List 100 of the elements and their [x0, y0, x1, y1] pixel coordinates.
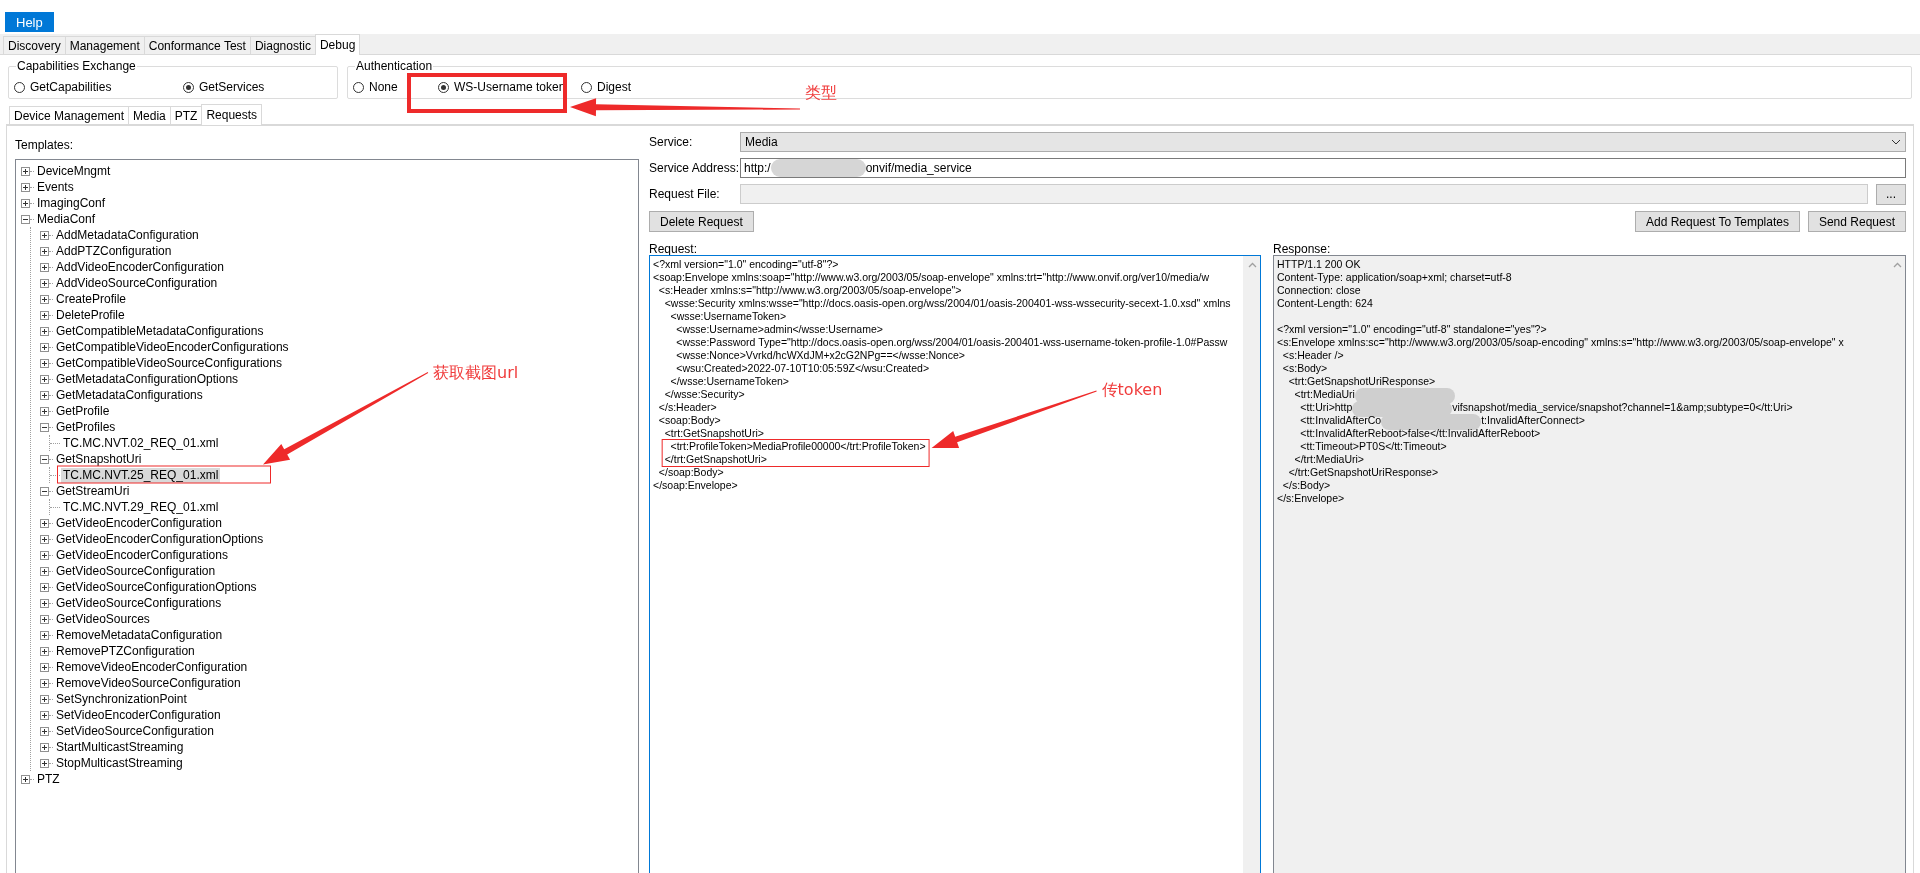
tree-item[interactable]: Events — [35, 179, 76, 195]
response-viewer[interactable] — [1273, 255, 1906, 873]
plus-box-icon[interactable] — [40, 566, 49, 576]
minus-box-icon[interactable] — [40, 422, 49, 432]
plus-box-icon[interactable] — [40, 246, 49, 256]
radio-indicator[interactable] — [14, 81, 25, 93]
service-address-field[interactable]: http:/ onvif/media_service — [740, 158, 1906, 178]
tree-item[interactable]: GetCompatibleVideoSourceConfigurations — [54, 355, 284, 371]
tree-item[interactable]: DeviceMngmt — [35, 163, 113, 179]
tree-item[interactable]: GetCompatibleMetadataConfigurations — [54, 323, 266, 339]
tree-item[interactable]: GetSnapshotUri — [54, 451, 144, 467]
tree-item[interactable]: TC.MC.NVT.29_REQ_01.xml — [61, 499, 221, 515]
delete-request-button[interactable]: Delete Request — [649, 211, 754, 232]
radio-indicator[interactable] — [581, 81, 592, 93]
plus-box-icon[interactable] — [40, 390, 49, 400]
plus-box-icon[interactable] — [40, 646, 49, 656]
tree-item[interactable]: ImagingConf — [35, 195, 108, 211]
tree-item[interactable]: RemoveVideoSourceConfiguration — [54, 675, 243, 691]
plus-box-icon[interactable] — [40, 230, 49, 240]
tree-item[interactable]: GetProfile — [54, 403, 112, 419]
plus-box-icon[interactable] — [40, 694, 49, 704]
request-file-field[interactable] — [740, 184, 1868, 204]
tree-item[interactable]: AddPTZConfiguration — [54, 243, 174, 259]
minus-box-icon[interactable] — [21, 214, 30, 224]
tree-item[interactable]: TC.MC.NVT.25_REQ_01.xml — [61, 467, 221, 483]
tab[interactable]: Requests — [201, 104, 263, 125]
tree-item[interactable]: MediaConf — [35, 211, 98, 227]
plus-box-icon[interactable] — [40, 534, 49, 544]
plus-box-icon[interactable] — [40, 662, 49, 672]
tree-item[interactable]: GetStreamUri — [54, 483, 132, 499]
send-request-button[interactable]: Send Request — [1807, 211, 1906, 232]
tree-item[interactable]: AddVideoSourceConfiguration — [54, 275, 220, 291]
tree-item[interactable]: TC.MC.NVT.02_REQ_01.xml — [61, 435, 221, 451]
tree-item[interactable]: GetVideoSources — [54, 611, 152, 627]
service-dropdown[interactable]: Media — [740, 132, 1906, 152]
tree-item[interactable]: CreateProfile — [54, 291, 129, 307]
plus-box-icon[interactable] — [40, 598, 49, 608]
tree-item[interactable]: RemoveVideoEncoderConfiguration — [54, 659, 250, 675]
plus-box-icon[interactable] — [40, 278, 49, 288]
tab[interactable]: Discovery — [3, 36, 66, 54]
plus-box-icon[interactable] — [40, 710, 49, 720]
tree-item[interactable]: SetSynchronizationPoint — [54, 691, 189, 707]
plus-box-icon[interactable] — [40, 726, 49, 736]
add-request-button[interactable]: Add Request To Templates — [1634, 211, 1800, 232]
plus-box-icon[interactable] — [40, 326, 49, 336]
plus-box-icon[interactable] — [40, 614, 49, 624]
minus-box-icon[interactable] — [40, 454, 49, 464]
request-editor[interactable] — [649, 255, 1261, 873]
plus-box-icon[interactable] — [21, 182, 30, 192]
radio-option[interactable]: GetServices — [183, 80, 265, 94]
plus-box-icon[interactable] — [21, 198, 30, 208]
radio-indicator[interactable] — [353, 81, 364, 93]
plus-box-icon[interactable] — [40, 374, 49, 384]
plus-box-icon[interactable] — [40, 342, 49, 352]
tree-item[interactable]: GetProfiles — [54, 419, 118, 435]
radio-indicator[interactable] — [183, 81, 194, 93]
tab[interactable]: Debug — [314, 34, 361, 55]
plus-box-icon[interactable] — [40, 518, 49, 528]
tree-item[interactable]: SetVideoSourceConfiguration — [54, 723, 216, 739]
tab[interactable]: Device Management — [9, 106, 130, 124]
tree-item[interactable]: RemoveMetadataConfiguration — [54, 627, 225, 643]
menu-item[interactable]: Help — [5, 12, 54, 32]
plus-box-icon[interactable] — [40, 630, 49, 640]
tree-item[interactable]: DeleteProfile — [54, 307, 127, 323]
plus-box-icon[interactable] — [21, 166, 30, 176]
radio-option[interactable]: None — [353, 80, 438, 94]
plus-box-icon[interactable] — [40, 310, 49, 320]
plus-box-icon[interactable] — [40, 550, 49, 560]
tab[interactable]: Diagnostic — [249, 36, 316, 54]
tree-item[interactable]: RemovePTZConfiguration — [54, 643, 197, 659]
radio-option[interactable]: Digest — [581, 80, 631, 94]
tree-item[interactable]: AddMetadataConfiguration — [54, 227, 201, 243]
plus-box-icon[interactable] — [40, 758, 49, 768]
tree-item[interactable]: GetVideoEncoderConfigurationOptions — [54, 531, 266, 547]
tree-item[interactable]: StopMulticastStreaming — [54, 755, 185, 771]
minus-box-icon[interactable] — [40, 486, 49, 496]
scrollbar[interactable] — [1243, 256, 1260, 873]
tree-item[interactable]: SetVideoEncoderConfiguration — [54, 707, 223, 723]
tree-item[interactable]: GetMetadataConfigurationOptions — [54, 371, 241, 387]
plus-box-icon[interactable] — [40, 262, 49, 272]
tree-item[interactable]: AddVideoEncoderConfiguration — [54, 259, 226, 275]
plus-box-icon[interactable] — [40, 582, 49, 592]
plus-box-icon[interactable] — [40, 358, 49, 368]
radio-option[interactable]: GetCapabilities — [14, 80, 183, 94]
browse-button[interactable]: ... — [1876, 183, 1906, 205]
tree-item[interactable]: GetCompatibleVideoEncoderConfigurations — [54, 339, 291, 355]
tree-item[interactable]: StartMulticastStreaming — [54, 739, 186, 755]
plus-box-icon[interactable] — [40, 678, 49, 688]
tree-item[interactable]: PTZ — [35, 771, 62, 787]
tab[interactable]: Management — [64, 36, 145, 54]
radio-indicator[interactable] — [438, 81, 449, 93]
tree-item[interactable]: GetVideoEncoderConfigurations — [54, 547, 230, 563]
plus-box-icon[interactable] — [40, 406, 49, 416]
plus-box-icon[interactable] — [40, 294, 49, 304]
plus-box-icon[interactable] — [40, 742, 49, 752]
tree-item[interactable]: GetVideoSourceConfigurationOptions — [54, 579, 259, 595]
plus-box-icon[interactable] — [21, 774, 30, 784]
tree-item[interactable]: GetVideoEncoderConfiguration — [54, 515, 224, 531]
tree-item[interactable]: GetMetadataConfigurations — [54, 387, 205, 403]
tree-item[interactable]: GetVideoSourceConfiguration — [54, 563, 218, 579]
